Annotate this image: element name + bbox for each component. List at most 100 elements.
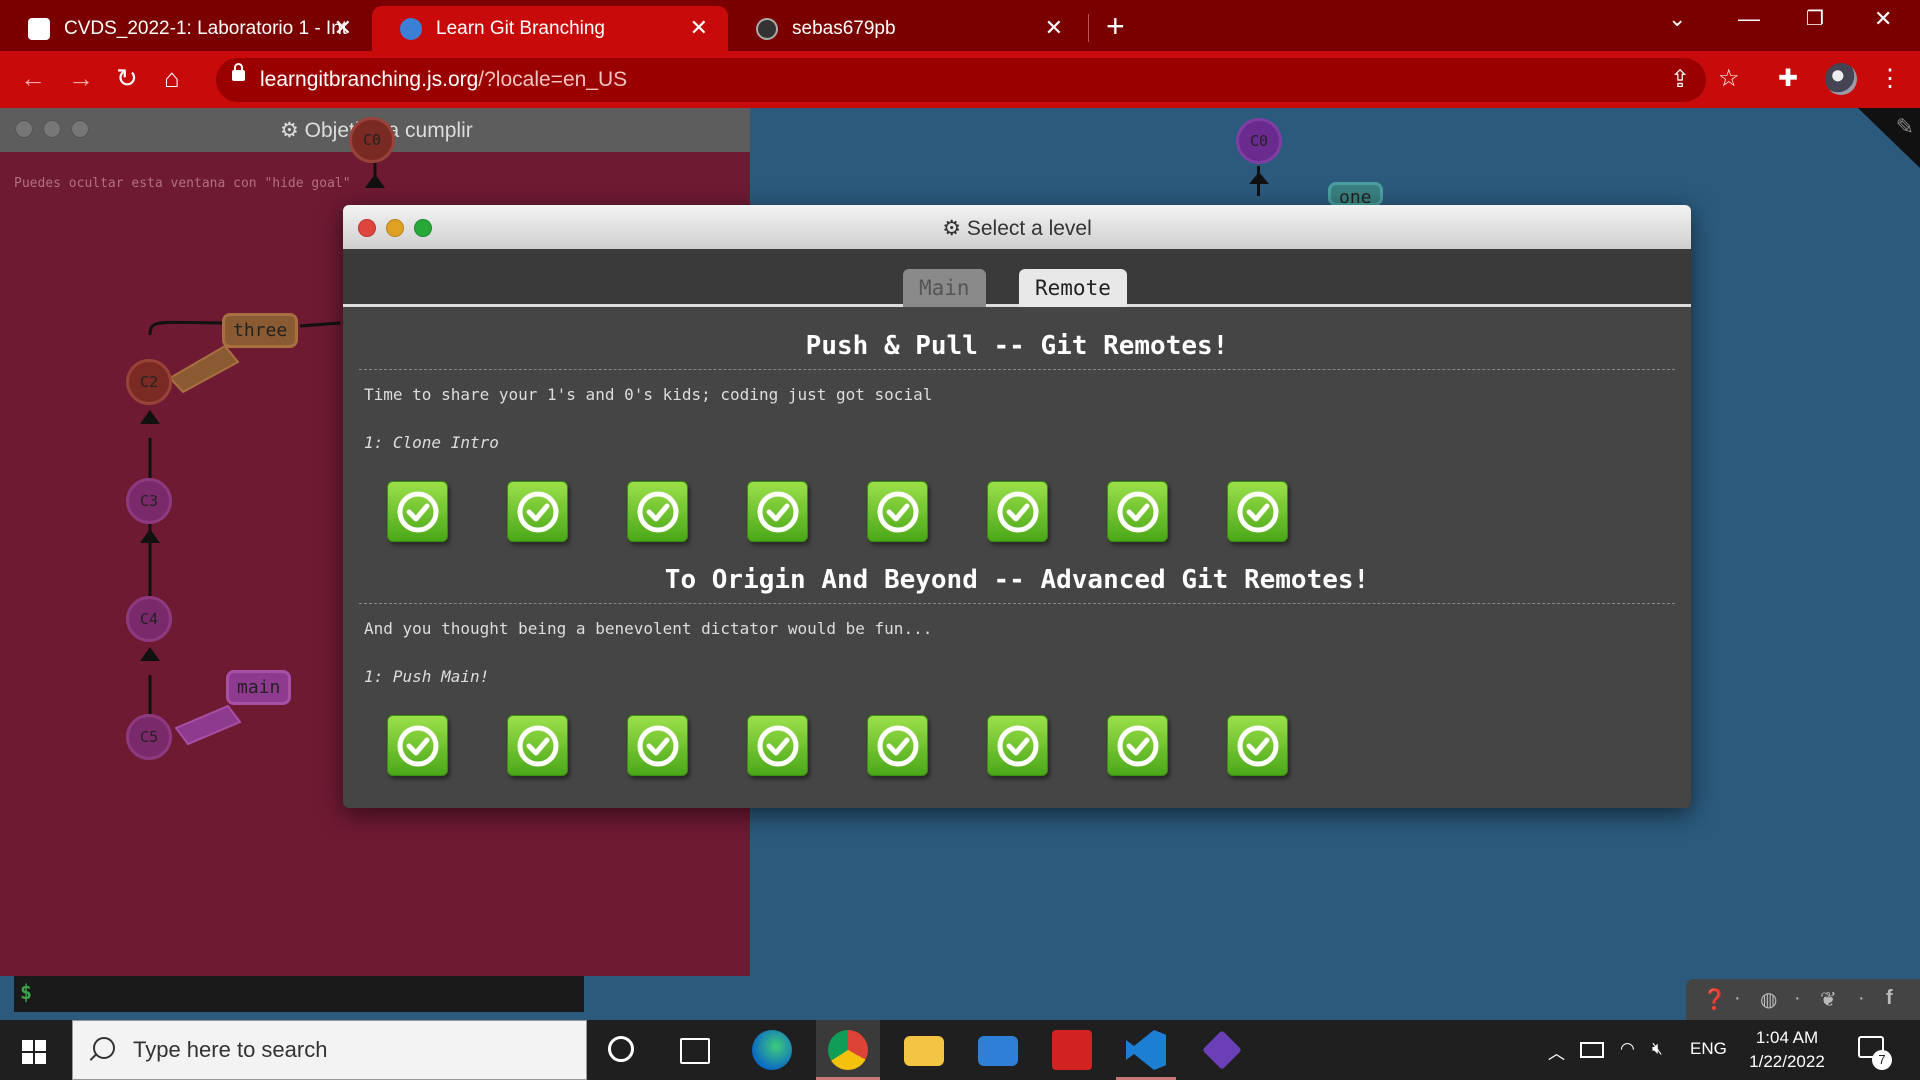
edge-arrow-icon [365,174,385,188]
level-button-completed[interactable] [1227,715,1288,776]
edge-curve [148,320,231,336]
level-button-completed[interactable] [1107,715,1168,776]
close-tab-icon[interactable]: ✕ [334,16,352,40]
level-button-completed[interactable] [507,715,568,776]
notifications-icon[interactable]: 7 [1858,1036,1892,1070]
chrome-icon[interactable] [828,1030,868,1070]
checkmark-icon [757,725,799,767]
windows-taskbar: Type here to search ︿ ◠ 🔇︎ ENG 1:04 AM 1… [0,1020,1920,1080]
corner-ribbon[interactable]: ✎ [1858,108,1920,168]
level-button-completed[interactable] [867,715,928,776]
menu-kebab-icon[interactable]: ⋮ [1878,65,1902,93]
lock-icon [232,63,245,81]
tab-strip: CVDS_2022-1: Laboratorio 1 - Int ✕ Learn… [0,0,1920,51]
taskbar-search-box[interactable]: Type here to search [72,1020,587,1080]
sequence-description: And you thought being a benevolent dicta… [364,619,933,638]
checkmark-icon [997,491,1039,533]
tab-learn-git-branching[interactable]: Learn Git Branching ✕ [372,6,728,51]
forward-icon[interactable]: → [68,63,94,93]
new-tab-button[interactable]: + [1106,9,1125,43]
restore-icon[interactable]: ❐ [1806,6,1824,31]
tab-github[interactable]: sebas679pb ✕ [728,6,1083,51]
address-bar[interactable]: learngitbranching.js.org/?locale=en_US ⇪ [216,58,1706,102]
level-button-completed[interactable] [507,481,568,542]
branch-name: one [1339,187,1372,206]
tab-search-icon[interactable]: ⌄ [1668,6,1686,32]
url-text: learngitbranching.js.org/?locale=en_US [260,68,627,92]
level-button-completed[interactable] [387,715,448,776]
tab-remote[interactable]: Remote [1019,269,1127,307]
wifi-icon[interactable]: ◠ [1620,1039,1635,1059]
checkmark-icon [397,725,439,767]
checkmark-icon [757,491,799,533]
tab-divider [1088,14,1089,42]
level-button-completed[interactable] [987,481,1048,542]
terminal-prompt: $ [20,980,33,1004]
checkmark-icon [637,491,679,533]
edge-arrow-icon [140,647,160,661]
commit-node: C4 [126,596,172,642]
command-terminal[interactable]: $ [14,976,584,1012]
edge-curve [299,321,341,328]
language-indicator[interactable]: ENG [1690,1039,1727,1059]
level-grid [387,715,1288,776]
level-button-completed[interactable] [387,481,448,542]
level-button-completed[interactable] [747,481,808,542]
facebook-icon[interactable]: f [1886,987,1893,1010]
close-tab-icon[interactable]: ✕ [690,16,708,40]
share-icon[interactable]: ⇪ [1670,66,1690,94]
twitter-icon[interactable]: ❦ [1820,987,1837,1012]
close-window-icon[interactable]: ✕ [1874,6,1892,32]
level-button-completed[interactable] [747,715,808,776]
level-button-completed[interactable] [627,481,688,542]
windows-start-icon[interactable] [22,1040,46,1064]
help-icon[interactable]: ❓ [1702,987,1727,1012]
home-icon[interactable]: ⌂ [164,63,180,93]
level-button-completed[interactable] [987,715,1048,776]
extensions-puzzle-icon[interactable]: ✚ [1778,65,1798,93]
tab-title: sebas679pb [792,17,896,39]
minimize-icon[interactable]: — [1738,6,1760,32]
tab-cvds[interactable]: CVDS_2022-1: Laboratorio 1 - Int ✕ [0,6,372,51]
close-tab-icon[interactable]: ✕ [1045,16,1063,40]
tray-chevron-icon[interactable]: ︿ [1548,1039,1565,1064]
modal-titlebar: ⚙ Select a level [343,205,1691,249]
github-favicon-icon [756,17,778,40]
modal-title: ⚙ Select a level [343,216,1691,241]
commit-node: C5 [126,714,172,760]
battery-icon[interactable] [1580,1042,1604,1058]
level-button-completed[interactable] [1227,481,1288,542]
level-tabs: Main Remote [343,249,1691,307]
tab-main[interactable]: Main [903,269,986,307]
social-links-bar: ❓ · ◍ · ❦ · f [1686,979,1920,1020]
edge-arrow-icon [140,410,160,424]
volume-muted-icon[interactable]: 🔇︎ [1652,1039,1663,1059]
globe-icon[interactable]: ◍ [1760,987,1777,1012]
bookmark-star-icon[interactable]: ☆ [1718,65,1740,93]
search-icon [93,1037,115,1059]
profile-avatar[interactable] [1825,63,1857,95]
task-view-icon[interactable] [680,1038,710,1064]
file-explorer-icon[interactable] [904,1036,944,1066]
gear-icon: ⚙ [942,217,967,240]
clock[interactable]: 1:04 AM 1/22/2022 [1745,1026,1829,1074]
edge-arrow-icon [140,529,160,543]
edge-icon[interactable] [752,1030,792,1070]
reload-icon[interactable]: ↻ [116,63,138,93]
app-red-icon[interactable] [1052,1030,1092,1070]
back-icon[interactable]: ← [20,63,46,93]
cortana-icon[interactable] [608,1036,634,1062]
checkmark-icon [637,725,679,767]
branch-name: main [237,677,281,698]
app-purple-icon[interactable] [1202,1030,1242,1070]
checkmark-icon [877,725,919,767]
level-button-completed[interactable] [1107,481,1168,542]
vscode-icon[interactable] [1126,1030,1166,1070]
dot-separator: · [1794,987,1801,1009]
level-button-completed[interactable] [867,481,928,542]
mail-icon[interactable] [978,1036,1018,1066]
commit-label: C0 [1249,132,1269,150]
divider [359,369,1675,370]
level-button-completed[interactable] [627,715,688,776]
branch-name: three [233,320,288,341]
